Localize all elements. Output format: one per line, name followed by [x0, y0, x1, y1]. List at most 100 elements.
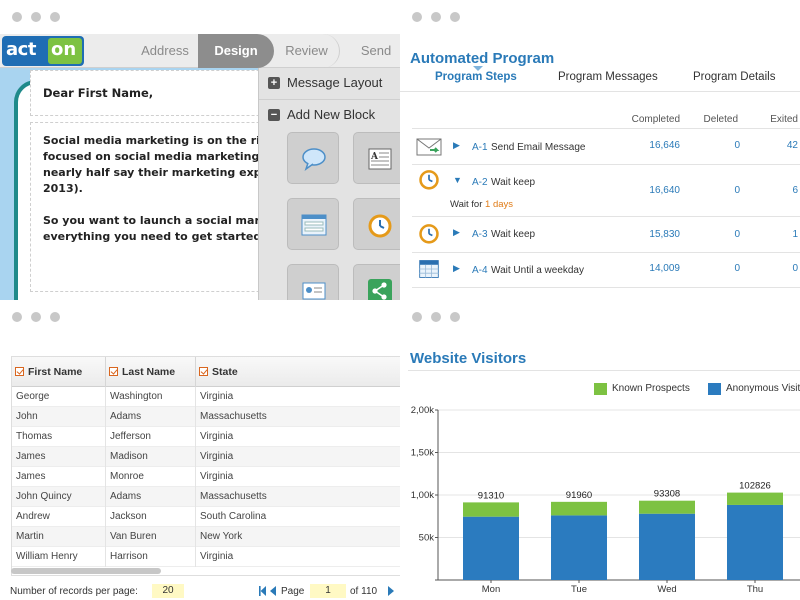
checkbox-checked-icon[interactable]	[109, 367, 118, 376]
program-step-row[interactable]: ▼ A-2 Wait keep Wait for 1 days 16,640 0…	[412, 164, 800, 216]
step-code[interactable]: A-2	[472, 177, 488, 188]
table-row[interactable]: Andrew Jackson South Carolina	[12, 507, 400, 527]
completed-count[interactable]: 16,646	[612, 140, 680, 151]
page-number-input[interactable]: 1	[310, 584, 346, 598]
window-zoom-button[interactable]	[50, 312, 60, 322]
state-cell: South Carolina	[200, 511, 267, 522]
wait-detail: Wait for 1 days	[450, 199, 513, 210]
bar-known-prospects	[639, 500, 695, 514]
step-code[interactable]: A-1	[472, 142, 488, 153]
exited-count[interactable]: 0	[748, 263, 798, 274]
window-close-button[interactable]	[12, 12, 22, 22]
expand-arrow-icon[interactable]: ▶	[453, 140, 460, 151]
collapse-arrow-icon[interactable]: ▼	[453, 175, 462, 185]
add-speech-bubble-block-button[interactable]	[287, 132, 339, 184]
expand-arrow-icon[interactable]: ▶	[453, 263, 460, 274]
table-row[interactable]: James Madison Virginia	[12, 447, 400, 467]
add-new-block-toggle[interactable]: − Add New Block	[259, 99, 400, 129]
add-social-share-block-button[interactable]	[353, 264, 400, 300]
x-tick-label: Thu	[747, 584, 763, 595]
collapse-icon: −	[268, 109, 280, 121]
exited-count[interactable]: 42	[748, 140, 798, 151]
window-minimize-button[interactable]	[431, 312, 441, 322]
first-name-cell: William Henry	[12, 547, 106, 567]
deleted-count[interactable]: 0	[692, 263, 740, 274]
deleted-count[interactable]: 0	[692, 140, 740, 151]
completed-count[interactable]: 15,830	[612, 229, 680, 240]
add-text-block-button[interactable]: A	[353, 132, 400, 184]
completed-count[interactable]: 14,009	[612, 263, 680, 274]
column-header-last-name[interactable]: Last Name	[106, 357, 196, 387]
add-web-form-block-button[interactable]	[287, 198, 339, 250]
tab-program-details[interactable]: Program Details	[693, 71, 775, 83]
bar-known-prospects	[551, 501, 607, 516]
checkbox-checked-icon[interactable]	[199, 367, 208, 376]
step-review[interactable]: Review	[274, 34, 340, 68]
last-name-cell: Madison	[106, 447, 196, 467]
y-tick-label: 1,50k	[411, 448, 434, 459]
bar-anonymous-visitors	[551, 515, 607, 580]
previous-page-icon[interactable]	[270, 586, 276, 596]
automated-program-window: Automated Program Program Steps Program …	[400, 0, 800, 300]
legend-item-known-prospects[interactable]: Known Prospects	[594, 382, 690, 396]
column-header-first-name[interactable]: First Name	[12, 357, 106, 387]
table-row[interactable]: John Quincy Adams Massachusetts	[12, 487, 400, 507]
bar-anonymous-visitors	[639, 513, 695, 580]
step-code[interactable]: A-3	[472, 229, 488, 240]
window-minimize-button[interactable]	[31, 312, 41, 322]
table-row[interactable]: Martin Van Buren New York	[12, 527, 400, 547]
first-name-cell: John Quincy	[12, 487, 106, 507]
table-row[interactable]: Thomas Jefferson Virginia	[12, 427, 400, 447]
expand-arrow-icon[interactable]: ▶	[453, 227, 460, 238]
table-row[interactable]: John Adams Massachusetts	[12, 407, 400, 427]
data-grid: First Name Last Name State George Washin…	[11, 356, 400, 576]
exited-count[interactable]: 6	[748, 185, 798, 196]
next-page-icon[interactable]	[388, 586, 394, 596]
step-address[interactable]: Address	[126, 34, 204, 68]
window-zoom-button[interactable]	[450, 312, 460, 322]
page-count-label: of 110	[350, 586, 378, 597]
horizontal-scrollbar[interactable]	[11, 568, 161, 574]
window-close-button[interactable]	[412, 12, 422, 22]
add-contact-card-block-button[interactable]	[287, 264, 339, 300]
tab-program-messages[interactable]: Program Messages	[558, 71, 658, 83]
clock-icon	[419, 224, 439, 244]
window-close-button[interactable]	[412, 312, 422, 322]
step-code[interactable]: A-4	[472, 265, 488, 276]
deleted-count[interactable]: 0	[692, 185, 740, 196]
bar-anonymous-visitors	[727, 504, 783, 580]
wait-duration[interactable]: 1 days	[485, 199, 513, 210]
exited-count[interactable]: 1	[748, 229, 798, 240]
deleted-count[interactable]: 0	[692, 229, 740, 240]
table-row[interactable]: William Henry Harrison Virginia	[12, 547, 400, 567]
window-minimize-button[interactable]	[431, 12, 441, 22]
last-name-cell: Monroe	[106, 467, 196, 487]
step-design[interactable]: Design	[198, 34, 274, 68]
table-row[interactable]: James Monroe Virginia	[12, 467, 400, 487]
records-grid-window: First Name Last Name State George Washin…	[0, 300, 400, 600]
legend-item-anonymous-visitors[interactable]: Anonymous Visit	[708, 382, 800, 396]
last-name-cell: Jefferson	[106, 427, 196, 447]
records-per-page-input[interactable]: 20	[152, 584, 184, 598]
share-icon	[368, 279, 392, 300]
window-close-button[interactable]	[12, 312, 22, 322]
step-label: Wait keep	[491, 177, 536, 188]
message-layout-toggle[interactable]: + Message Layout	[259, 68, 400, 98]
first-page-icon[interactable]	[259, 586, 266, 596]
program-step-row[interactable]: ▶ A-4 Wait Until a weekday 14,009 0 0	[412, 252, 800, 288]
window-controls	[400, 0, 800, 34]
program-step-row[interactable]: ▶ A-3 Wait keep 15,830 0 1	[412, 216, 800, 252]
completed-count[interactable]: 16,640	[612, 185, 680, 196]
table-row[interactable]: George Washington Virginia	[12, 387, 400, 407]
window-controls	[400, 300, 800, 334]
column-header-state[interactable]: State	[196, 357, 400, 387]
add-timer-block-button[interactable]	[353, 198, 400, 250]
checkbox-checked-icon[interactable]	[15, 367, 24, 376]
window-zoom-button[interactable]	[450, 12, 460, 22]
window-zoom-button[interactable]	[50, 12, 60, 22]
step-send[interactable]: Send	[348, 34, 400, 68]
contact-card-icon	[302, 282, 326, 300]
tab-program-steps[interactable]: Program Steps	[435, 71, 517, 83]
program-step-row[interactable]: ▶ A-1 Send Email Message 16,646 0 42	[412, 128, 800, 164]
window-minimize-button[interactable]	[31, 12, 41, 22]
